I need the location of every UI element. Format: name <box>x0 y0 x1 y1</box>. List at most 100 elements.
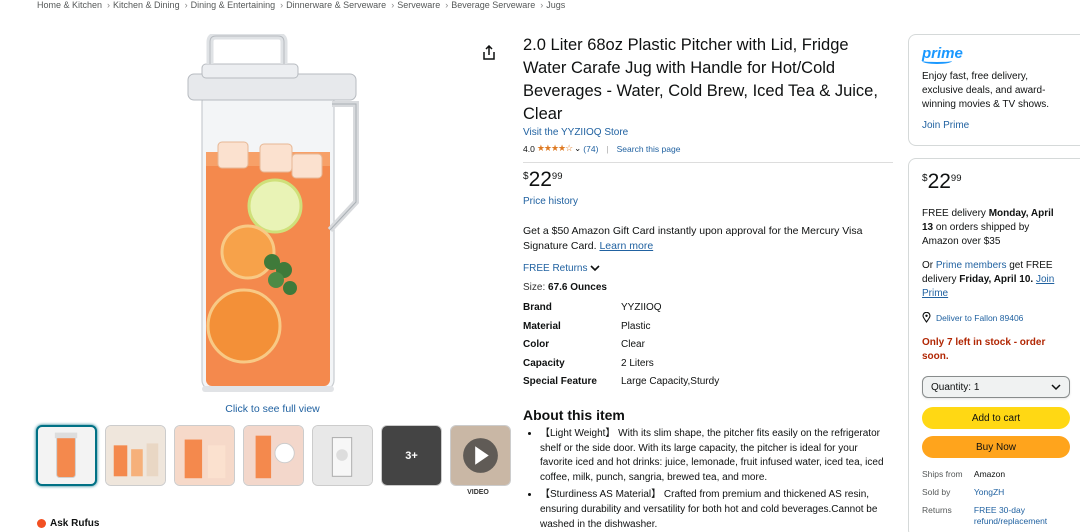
seller-info-key: Sold by <box>922 487 951 497</box>
chevron-down-icon[interactable]: ⌄ <box>574 143 581 154</box>
rufus-icon <box>37 519 46 528</box>
spec-row: Special Feature Large Capacity,Sturdy <box>523 376 719 395</box>
delivery-pre: FREE delivery <box>922 208 986 219</box>
breadcrumb-item[interactable]: Dinnerware & Serveware <box>286 0 386 10</box>
seller-info-value[interactable]: FREE 30-day refund/replacement <box>974 505 1067 527</box>
deliver-to-label: Deliver to Fallon 89406 <box>936 312 1024 323</box>
seller-info-key: Ships from <box>922 469 963 479</box>
spec-key: Special Feature <box>523 376 597 388</box>
buybox-price: $ 22 99 <box>922 171 1067 193</box>
join-prime-link[interactable]: Join Prime <box>922 120 1067 131</box>
price-dollars: 22 <box>528 168 552 191</box>
prime-text: Enjoy fast, free delivery, exclusive dea… <box>922 71 1050 110</box>
prime-delivery-date: Friday, April 10. <box>959 274 1034 285</box>
divider: | <box>606 143 609 154</box>
spec-row: Capacity 2 Liters <box>523 358 719 377</box>
see-full-view-link[interactable]: Click to see full view <box>200 403 345 415</box>
size-label: Size: <box>523 282 546 293</box>
gift-card-text: Get a $50 Amazon Gift Card instantly upo… <box>523 225 863 252</box>
size-selection: Size: 67.6 Ounces <box>523 282 893 293</box>
about-title: About this item <box>523 406 625 423</box>
star-rating-icon[interactable]: ★★★★☆ <box>537 143 573 154</box>
thumbnail-1[interactable] <box>36 425 97 486</box>
thumbnail-3[interactable] <box>174 425 235 486</box>
rating-row: 4.0 ★★★★☆ ⌄ (74) | Search this page <box>523 143 893 154</box>
deliver-to[interactable]: Deliver to Fallon 89406 <box>922 312 1067 323</box>
breadcrumb-separator: › <box>184 0 188 10</box>
spec-key: Color <box>523 339 550 351</box>
product-main-image[interactable] <box>180 34 370 398</box>
chevron-down-icon <box>1051 383 1061 390</box>
price-cents: 99 <box>551 171 563 182</box>
quantity-select[interactable]: Quantity: 1 <box>922 376 1070 398</box>
chevron-down-icon <box>590 265 601 272</box>
location-pin-icon <box>922 312 931 323</box>
breadcrumb: Home & Kitchen › Kitchen & Dining › Dining &… <box>37 0 567 12</box>
free-returns-label: FREE Returns <box>523 263 588 274</box>
delivery-info: FREE delivery Monday, April 13 on orders… <box>922 207 1067 249</box>
feature-bullets: 【Light Weight】 With its slim shape, the … <box>523 427 893 532</box>
quantity-value: 1 <box>973 381 980 393</box>
video-label: VIDEO <box>467 489 489 496</box>
prime-logo-text: prime <box>922 45 963 62</box>
free-returns-dropdown[interactable]: FREE Returns <box>523 263 893 274</box>
breadcrumb-item[interactable]: Beverage Serveware <box>451 0 535 10</box>
spec-value: 2 Liters <box>621 357 654 369</box>
breadcrumb-item[interactable]: Home & Kitchen <box>37 0 102 10</box>
breadcrumb-separator: › <box>391 0 395 10</box>
ask-rufus-label: Ask Rufus <box>50 518 100 529</box>
thumbnail-more[interactable]: 3+ <box>381 425 442 486</box>
search-page-link[interactable]: Search this page <box>617 144 681 154</box>
seller-info-row: Ships from Amazon <box>922 469 1067 480</box>
stock-status: Only 7 left in stock - order soon. <box>922 337 1046 362</box>
gift-card-offer: Get a $50 Amazon Gift Card instantly upo… <box>523 224 893 253</box>
seller-info-row: Sold by YongZH <box>922 487 1067 498</box>
thumbnail-4[interactable] <box>243 425 304 486</box>
spec-row: Material Plastic <box>523 321 719 340</box>
thumbnail-video[interactable] <box>450 425 511 486</box>
thumbnail-2[interactable] <box>105 425 166 486</box>
spec-value: Large Capacity,Sturdy <box>621 376 720 388</box>
spec-table: Brand YYZIIOQ Material Plastic Color Clear Cap… <box>523 302 719 395</box>
rating-count-link[interactable]: (74) <box>583 144 598 154</box>
breadcrumb-item[interactable]: Jugs <box>546 0 565 10</box>
prime-promo: prime Enjoy fast, free delivery, exclusi… <box>908 34 1080 146</box>
spec-key: Material <box>523 320 561 332</box>
delivery-post: on orders shipped by Amazon over $35 <box>922 222 1030 247</box>
more-images-label: 3+ <box>405 449 418 462</box>
breadcrumb-separator: › <box>540 0 544 10</box>
spec-value: Clear <box>621 339 645 351</box>
rating-value: 4.0 <box>523 143 535 154</box>
add-to-cart-button[interactable]: Add to cart <box>922 407 1070 429</box>
feature-bullet: 【Light Weight】 With its slim shape, the … <box>540 427 893 485</box>
prime-members-link[interactable]: Prime members <box>936 260 1007 271</box>
spec-row: Brand YYZIIOQ <box>523 302 719 321</box>
store-link[interactable]: Visit the YYZIIOQ Store <box>523 127 893 138</box>
breadcrumb-item[interactable]: Serveware <box>397 0 440 10</box>
breadcrumb-separator: › <box>280 0 284 10</box>
size-value: 67.6 Ounces <box>548 282 607 293</box>
spec-key: Capacity <box>523 357 565 369</box>
seller-info-value[interactable]: YongZH <box>974 487 1067 498</box>
breadcrumb-separator: › <box>445 0 449 10</box>
price-history-link[interactable]: Price history <box>523 196 893 207</box>
learn-more-link[interactable]: Learn more <box>599 240 653 252</box>
thumbnail-5[interactable] <box>312 425 373 486</box>
quantity-label: Quantity: <box>931 381 972 393</box>
breadcrumb-item[interactable]: Dining & Entertaining <box>191 0 276 10</box>
seller-info-row: Returns FREE 30-day refund/replacement <box>922 505 1067 527</box>
spec-row: Color Clear <box>523 339 719 358</box>
spec-key: Brand <box>523 302 552 313</box>
buy-now-button[interactable]: Buy Now <box>922 436 1070 458</box>
ask-rufus-button[interactable]: Ask Rufus <box>37 518 99 529</box>
breadcrumb-separator: › <box>107 0 111 10</box>
breadcrumb-item[interactable]: Kitchen & Dining <box>113 0 180 10</box>
seller-info-key: Returns <box>922 505 952 515</box>
share-icon[interactable] <box>481 45 497 61</box>
buy-box: $ 22 99 FREE delivery Monday, April 13 o… <box>908 158 1080 532</box>
seller-info-value: Amazon <box>973 469 1006 479</box>
spec-value: Plastic <box>621 320 651 332</box>
or-text: Or <box>922 260 934 271</box>
prime-delivery-info: Or Prime members get FREE delivery Frida… <box>922 259 1067 301</box>
product-details: 2.0 Liter 68oz Plastic Pitcher with Lid,… <box>523 34 893 532</box>
